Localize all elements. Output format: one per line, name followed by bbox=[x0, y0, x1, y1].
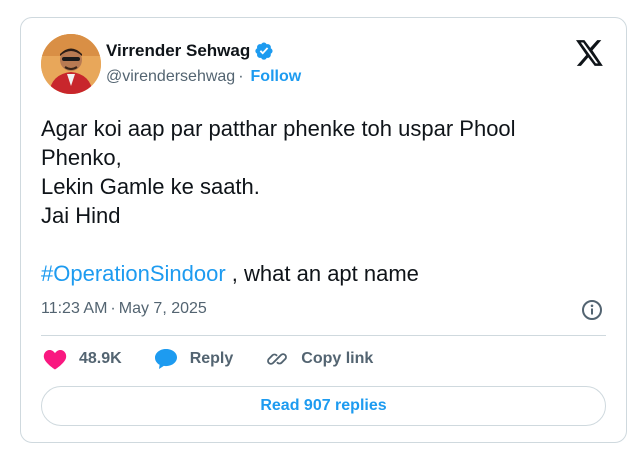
copy-link-label: Copy link bbox=[301, 350, 374, 367]
read-replies-label: Read 907 replies bbox=[260, 397, 387, 414]
author-name-row: Virrender Sehwag bbox=[106, 41, 274, 61]
follow-button[interactable]: Follow bbox=[251, 68, 302, 86]
reply-button[interactable]: Reply bbox=[154, 348, 234, 370]
reply-label: Reply bbox=[189, 350, 234, 367]
info-icon[interactable] bbox=[581, 299, 603, 321]
hashtag-suffix: , what an apt name bbox=[225, 261, 419, 286]
link-icon bbox=[267, 353, 288, 365]
x-logo-icon[interactable] bbox=[576, 40, 604, 66]
tweet-line: Jai Hind bbox=[41, 203, 121, 228]
tweet-text: Agar koi aap par patthar phenke toh uspa… bbox=[41, 114, 601, 288]
tweet-line: Lekin Gamle ke saath. bbox=[41, 174, 260, 199]
meta-separator: · bbox=[110, 300, 116, 317]
tweet-date: May 7, 2025 bbox=[118, 300, 207, 317]
handle-row: @virendersehwag · Follow bbox=[106, 68, 301, 86]
tweet-line: Agar koi aap par patthar phenke toh uspa… bbox=[41, 116, 516, 141]
read-replies-button[interactable]: Read 907 replies bbox=[41, 386, 606, 426]
tweet-timestamp[interactable]: 11:23 AM · May 7, 2025 bbox=[41, 300, 207, 318]
tweet-line: Phenko, bbox=[41, 145, 122, 170]
tweet-time: 11:23 AM bbox=[41, 300, 108, 317]
verified-badge-icon bbox=[254, 41, 274, 61]
avatar[interactable] bbox=[41, 34, 101, 94]
copy-link-button[interactable]: Copy link bbox=[265, 348, 373, 370]
tweet-hashtag-line: #OperationSindoor , what an apt name bbox=[41, 259, 601, 288]
handle-separator: · bbox=[238, 68, 244, 85]
author-name[interactable]: Virrender Sehwag bbox=[106, 41, 250, 61]
tweet-card: Virrender Sehwag @virendersehwag · Follo… bbox=[20, 17, 627, 443]
like-count: 48.9K bbox=[79, 350, 122, 367]
author-handle[interactable]: @virendersehwag bbox=[106, 68, 235, 86]
hashtag-link[interactable]: #OperationSindoor bbox=[41, 261, 226, 286]
divider bbox=[41, 335, 606, 336]
reply-bubble-icon bbox=[154, 349, 177, 369]
like-button[interactable]: 48.9K bbox=[43, 348, 122, 370]
heart-icon bbox=[43, 350, 67, 370]
action-bar: 48.9K Reply Copy link bbox=[43, 348, 405, 370]
